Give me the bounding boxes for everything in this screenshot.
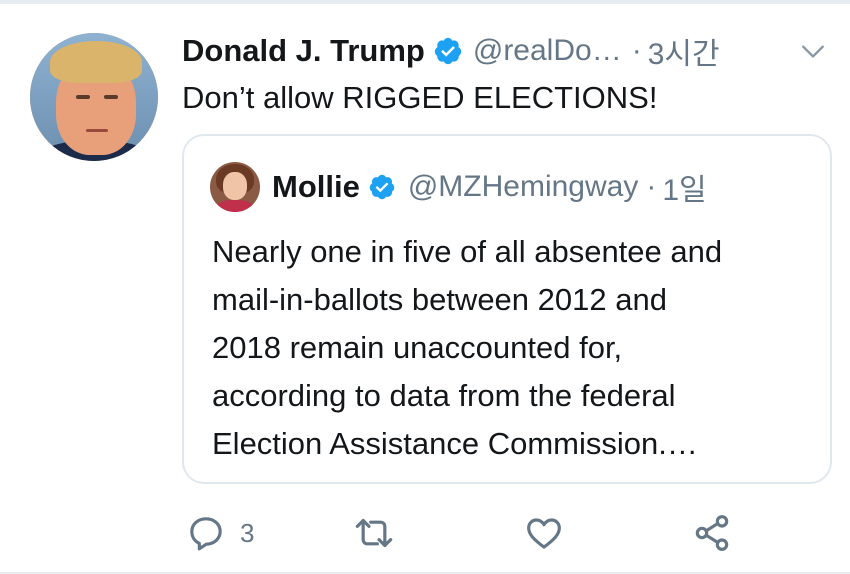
tweet-actions: 3	[182, 510, 742, 556]
quoted-text-line: Nearly one in five of all absentee and	[212, 234, 723, 269]
quoted-tweet-text: Nearly one in five of all absentee and m…	[212, 228, 812, 468]
quoted-text-line: according to data from the federal	[212, 378, 676, 413]
reply-icon	[190, 517, 222, 551]
verified-badge-icon	[433, 36, 463, 66]
quoted-text-line: 2018 remain unaccounted for,	[212, 330, 623, 365]
author-avatar[interactable]	[30, 33, 158, 161]
quoted-tweet-timestamp: 1일	[662, 174, 707, 207]
tweet[interactable]: Donald J. Trump @realDo… · 3시간 Don’t all…	[0, 0, 850, 574]
tweet-text: Don’t allow RIGGED ELECTIONS!	[182, 80, 658, 115]
quoted-text-line: Election Assistance Commission.…	[212, 426, 698, 461]
reply-button[interactable]: 3	[186, 510, 254, 556]
like-button[interactable]	[524, 510, 564, 556]
retweet-button[interactable]	[354, 510, 394, 556]
quoted-author-avatar[interactable]	[210, 162, 260, 212]
quoted-text-line: mail-in-ballots between 2012 and	[212, 282, 667, 317]
quoted-tweet-header: Mollie @MZHemingway · 1일	[272, 164, 707, 210]
reply-count: 3	[240, 517, 255, 548]
tweet-timestamp[interactable]: 3시간	[648, 29, 720, 73]
author-name[interactable]: Donald J. Trump	[182, 33, 425, 69]
author-handle[interactable]: @realDo…	[473, 34, 622, 68]
quoted-author-name: Mollie	[272, 169, 360, 204]
chevron-down-icon[interactable]	[800, 38, 826, 64]
separator-dot: ·	[631, 34, 642, 67]
share-icon	[695, 515, 729, 551]
share-button[interactable]	[692, 510, 732, 556]
verified-badge-icon	[368, 173, 396, 201]
separator-dot: ·	[646, 170, 657, 203]
like-icon	[527, 518, 561, 549]
tweet-header: Donald J. Trump @realDo… · 3시간	[182, 28, 720, 74]
quoted-author-handle: @MZHemingway	[407, 170, 639, 203]
divider-top	[0, 0, 850, 4]
quoted-tweet[interactable]: Mollie @MZHemingway · 1일 Nearly one in f…	[182, 134, 832, 484]
retweet-icon	[355, 518, 393, 548]
